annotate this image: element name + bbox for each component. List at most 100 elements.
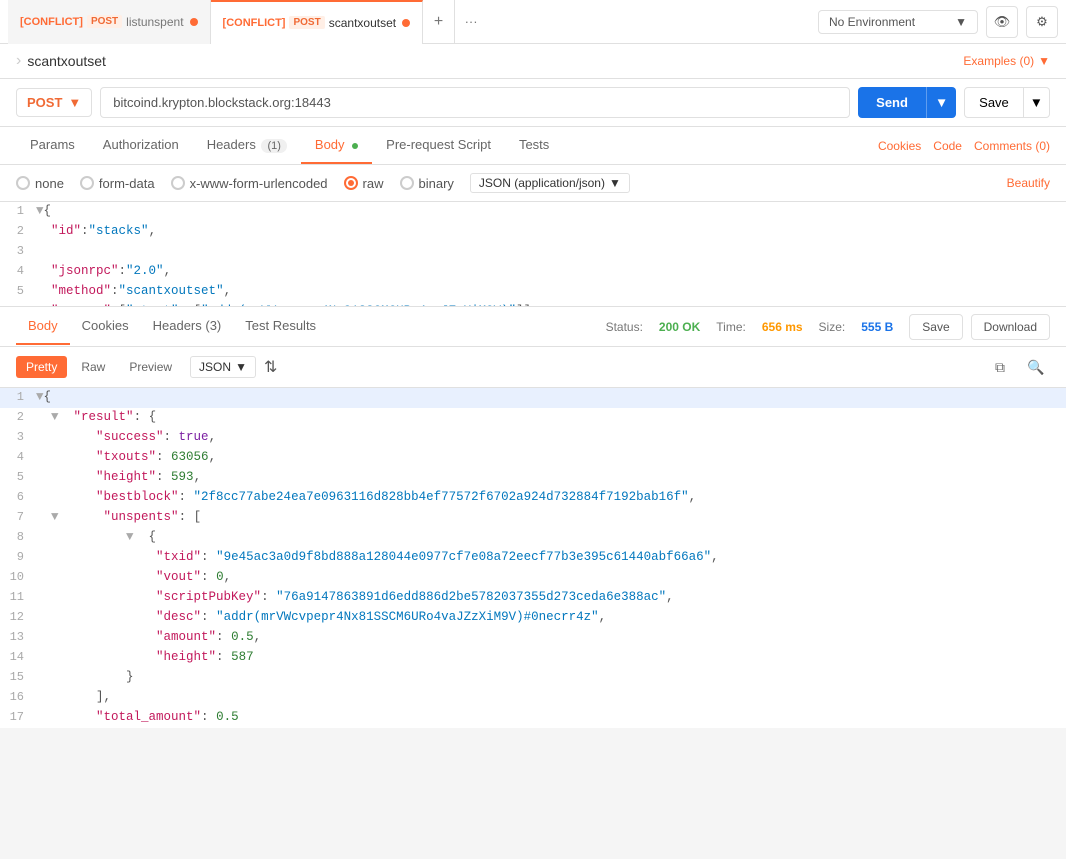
send-dropdown-button[interactable]: ▼ (926, 87, 956, 118)
request-body-editor[interactable]: 1 ▼{ 2 "id":"stacks", 3 4 "jsonrpc":"2.0… (0, 202, 1066, 307)
resp-line: 3 "success": true, (0, 428, 1066, 448)
gear-icon: ⚙ (1036, 14, 1048, 30)
code-line: 1 ▼{ (0, 202, 1066, 222)
preview-view-button[interactable]: Preview (119, 356, 182, 378)
tab-headers[interactable]: Headers (1) (193, 127, 301, 164)
eye-icon: 👁 (994, 14, 1011, 30)
response-view-bar: Pretty Raw Preview JSON ▼ ⇅ ⧉ 🔍 (0, 347, 1066, 388)
response-save-button[interactable]: Save (909, 314, 962, 340)
resp-line: 5 "height": 593, (0, 468, 1066, 488)
search-response-button[interactable]: 🔍 (1022, 353, 1050, 381)
json-format-arrow: ▼ (609, 176, 621, 190)
radio-formdata (80, 176, 94, 190)
resp-line: 4 "txouts": 63056, (0, 448, 1066, 468)
settings-button[interactable]: ⚙ (1026, 6, 1058, 38)
response-body-code: 1 ▼{ 2 ▼ "result": { 3 "success": true, … (0, 388, 1066, 728)
request-bar: POST ▼ Send ▼ Save ▼ (0, 79, 1066, 127)
resp-json-arrow: ▼ (235, 360, 247, 374)
option-none[interactable]: none (16, 176, 64, 191)
radio-urlencoded (171, 176, 185, 190)
new-tab-button[interactable]: + (423, 0, 455, 44)
resp-line: 1 ▼{ (0, 388, 1066, 408)
comments-link[interactable]: Comments (0) (974, 139, 1050, 153)
radio-raw (344, 176, 358, 190)
resp-line: 8 ▼ { (0, 528, 1066, 548)
tab-tests[interactable]: Tests (505, 127, 563, 164)
cookies-link[interactable]: Cookies (878, 139, 921, 153)
json-format-selector[interactable]: JSON (application/json) ▼ (470, 173, 630, 193)
radio-binary (400, 176, 414, 190)
tab-listunspent[interactable]: [CONFLICT] POST listunspent (8, 0, 211, 44)
env-dropdown-icon: ▼ (955, 15, 967, 29)
resp-line: 2 ▼ "result": { (0, 408, 1066, 428)
tab-prerequest[interactable]: Pre-request Script (372, 127, 505, 164)
method-dropdown[interactable]: POST ▼ (16, 88, 92, 117)
search-icon: 🔍 (1027, 359, 1044, 376)
code-link[interactable]: Code (933, 139, 962, 153)
copy-response-button[interactable]: ⧉ (986, 353, 1014, 381)
tab-authorization[interactable]: Authorization (89, 127, 193, 164)
tab-name-1: listunspent (126, 15, 183, 29)
response-download-button[interactable]: Download (971, 314, 1050, 340)
conflict-badge-1: [CONFLICT] (20, 16, 83, 28)
save-download-buttons: Save Download (909, 314, 1050, 340)
status-label: Status: (606, 320, 643, 334)
pretty-view-button[interactable]: Pretty (16, 356, 67, 378)
size-label: Size: (819, 320, 846, 334)
raw-view-button[interactable]: Raw (71, 356, 115, 378)
size-value: 555 B (861, 320, 893, 334)
resp-tab-cookies[interactable]: Cookies (70, 308, 141, 345)
option-form-data[interactable]: form-data (80, 176, 155, 191)
option-urlencoded[interactable]: x-www-form-urlencoded (171, 176, 328, 191)
tab-dot-2 (402, 19, 410, 27)
copy-icon: ⧉ (995, 359, 1005, 376)
code-line: 4 "jsonrpc":"2.0", (0, 262, 1066, 282)
save-button-group: Save ▼ (964, 87, 1050, 118)
response-section: Body Cookies Headers (3) Test Results St… (0, 307, 1066, 728)
method-label: POST (27, 95, 62, 110)
time-value: 656 ms (762, 320, 803, 334)
examples-link[interactable]: Examples (0) ▼ (963, 54, 1050, 68)
resp-tab-headers[interactable]: Headers (3) (141, 308, 234, 345)
resp-line: 16 ], (0, 688, 1066, 708)
send-arrow-icon: ▼ (935, 95, 948, 110)
resp-line: 13 "amount": 0.5, (0, 628, 1066, 648)
json-format-label: JSON (application/json) (479, 176, 605, 190)
resp-line: 6 "bestblock": "2f8cc77abe24ea7e0963116d… (0, 488, 1066, 508)
resp-json-format-selector[interactable]: JSON ▼ (190, 356, 256, 378)
environment-selector[interactable]: No Environment ▼ (818, 10, 978, 34)
headers-badge: (1) (261, 139, 286, 153)
status-value: 200 OK (659, 320, 700, 334)
resp-tab-test-results[interactable]: Test Results (233, 308, 328, 345)
eye-button[interactable]: 👁 (986, 6, 1018, 38)
examples-label: Examples (0) (963, 54, 1034, 68)
more-icon: ··· (465, 14, 478, 29)
resp-line: 9 "txid": "9e45ac3a0d9f8bd888a128044e097… (0, 548, 1066, 568)
beautify-button[interactable]: Beautify (1007, 176, 1050, 190)
response-status-bar: Status: 200 OK Time: 656 ms Size: 555 B … (606, 314, 1050, 340)
sort-icon[interactable]: ⇅ (264, 357, 277, 377)
resp-line: 15 } (0, 668, 1066, 688)
env-label: No Environment (829, 15, 915, 29)
method-badge-2: POST (289, 16, 324, 29)
breadcrumb: › scantxoutset (16, 52, 106, 70)
code-line: 3 (0, 242, 1066, 262)
tab-dot-1 (190, 18, 198, 26)
tab-scantxoutset[interactable]: [CONFLICT] POST scantxoutset (211, 0, 424, 44)
option-binary[interactable]: binary (400, 176, 454, 191)
tab-params[interactable]: Params (16, 127, 89, 164)
send-button-group: Send ▼ (858, 87, 956, 118)
save-dropdown-button[interactable]: ▼ (1024, 87, 1050, 118)
resp-line: 11 "scriptPubKey": "76a9147863891d6edd88… (0, 588, 1066, 608)
send-button[interactable]: Send (858, 87, 926, 118)
resp-line: 17 "total_amount": 0.5 (0, 708, 1066, 728)
conflict-badge-2: [CONFLICT] (223, 17, 286, 29)
save-button[interactable]: Save (964, 87, 1024, 118)
resp-tab-body[interactable]: Body (16, 308, 70, 345)
response-tabs-bar: Body Cookies Headers (3) Test Results St… (0, 307, 1066, 347)
option-raw[interactable]: raw (344, 176, 384, 191)
radio-none (16, 176, 30, 190)
more-tabs-button[interactable]: ··· (455, 0, 487, 44)
url-input[interactable] (100, 87, 850, 118)
tab-body[interactable]: Body (301, 127, 372, 164)
